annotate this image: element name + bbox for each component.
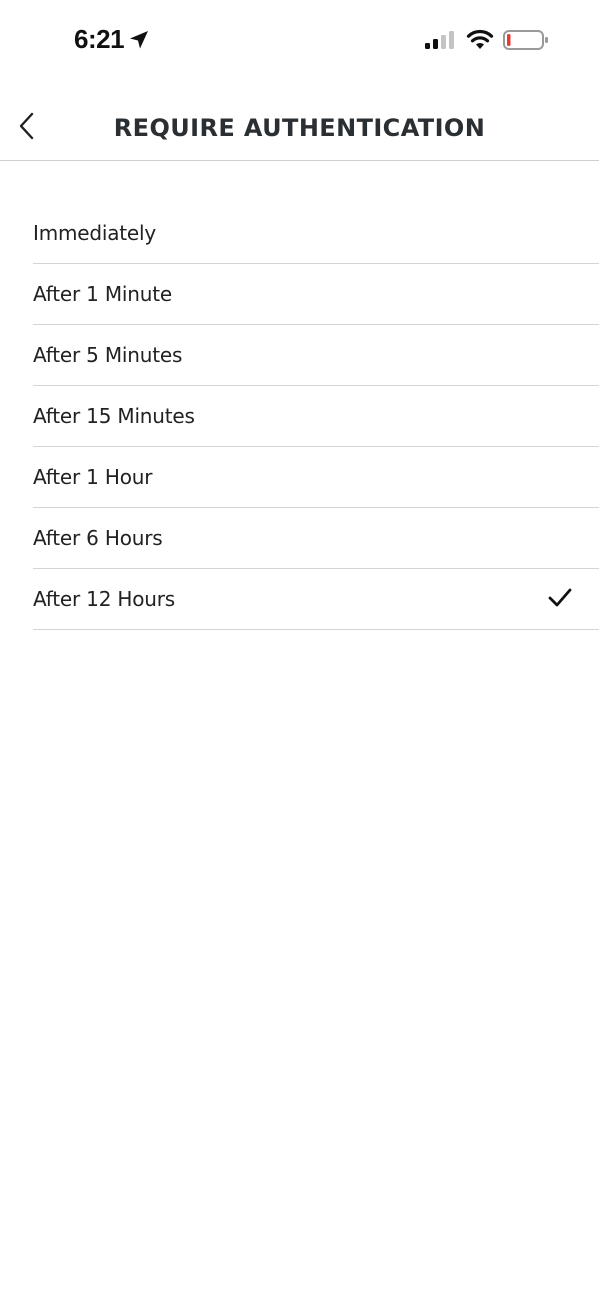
status-bar: 6:21	[0, 0, 599, 82]
option-after-5-minutes[interactable]: After 5 Minutes	[33, 325, 599, 386]
option-label: After 5 Minutes	[33, 343, 183, 367]
option-immediately[interactable]: Immediately	[33, 203, 599, 264]
option-label: After 12 Hours	[33, 587, 175, 611]
battery-low-icon	[503, 29, 549, 51]
cellular-signal-icon	[424, 30, 456, 50]
option-after-1-hour[interactable]: After 1 Hour	[33, 447, 599, 508]
option-label: After 1 Minute	[33, 282, 172, 306]
status-time: 6:21	[74, 24, 125, 54]
authentication-options-list: Immediately After 1 Minute After 5 Minut…	[33, 203, 599, 630]
option-after-15-minutes[interactable]: After 15 Minutes	[33, 386, 599, 447]
option-after-12-hours[interactable]: After 12 Hours	[33, 569, 599, 630]
page-title: REQUIRE AUTHENTICATION	[113, 114, 486, 142]
wifi-icon	[466, 28, 494, 50]
location-arrow-icon	[128, 29, 150, 51]
option-after-6-hours[interactable]: After 6 Hours	[33, 508, 599, 569]
option-after-1-minute[interactable]: After 1 Minute	[33, 264, 599, 325]
checkmark-icon	[547, 587, 573, 609]
option-label: After 1 Hour	[33, 465, 153, 489]
option-label: After 15 Minutes	[33, 404, 195, 428]
option-label: After 6 Hours	[33, 526, 163, 550]
option-label: Immediately	[33, 221, 157, 245]
nav-bar: REQUIRE AUTHENTICATION	[0, 82, 599, 161]
